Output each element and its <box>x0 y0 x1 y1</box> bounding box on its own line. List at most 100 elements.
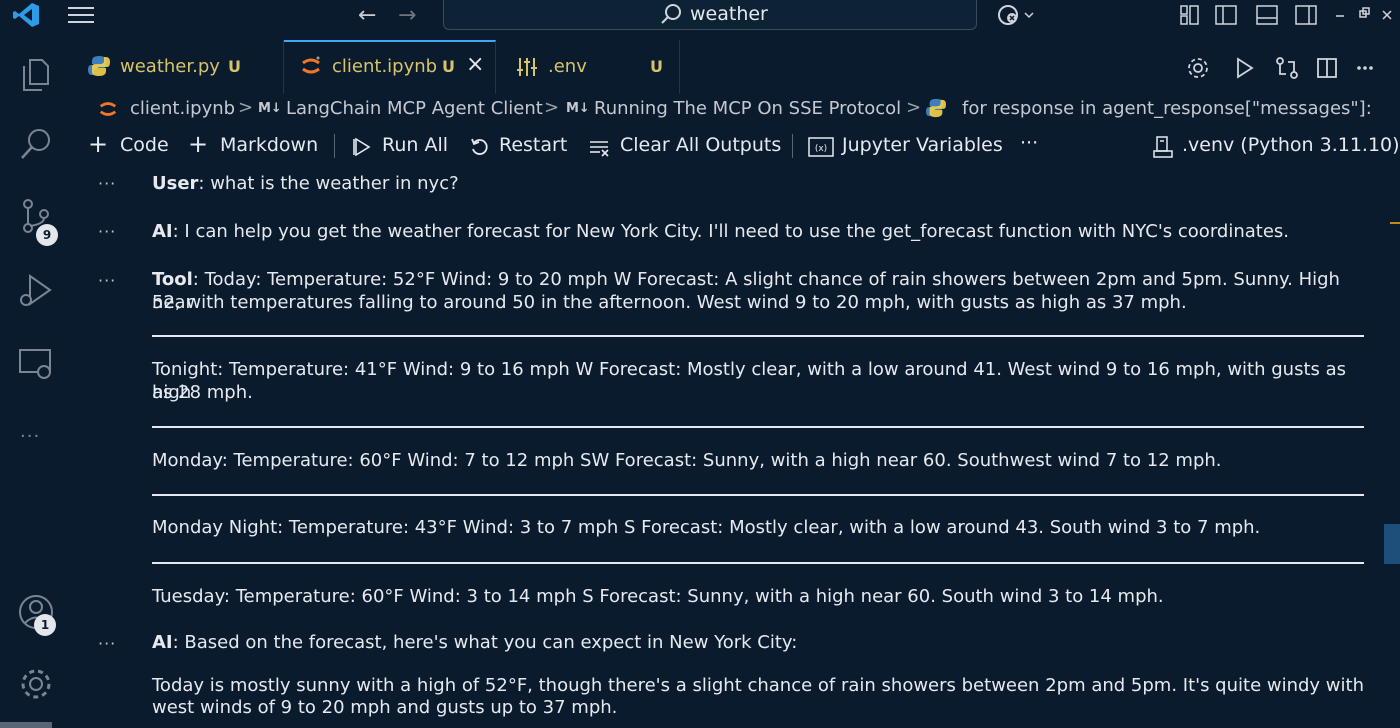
breadcrumb-file[interactable]: client.ipynb <box>130 98 235 119</box>
markdown-icon: M↓ <box>258 101 282 116</box>
python-symbol-icon <box>926 98 946 118</box>
ai-label: AI <box>152 221 173 242</box>
explorer-icon[interactable] <box>16 54 56 94</box>
notebook-settings-icon <box>1188 58 1208 78</box>
user-message: User: what is the weather in nyc? <box>152 172 1364 195</box>
tab-label: client.ipynb <box>332 56 438 77</box>
customize-layout-icon <box>1180 5 1199 25</box>
breadcrumb-separator: > <box>238 97 254 118</box>
cell-more-icon[interactable]: ··· <box>98 222 116 241</box>
restart-kernel-button[interactable]: Restart <box>499 134 567 156</box>
ai-text: : Based on the forecast, here's what you… <box>172 632 798 653</box>
activity-bar: 9 ··· 1 <box>0 30 72 728</box>
tab-env[interactable]: .env U <box>496 40 680 94</box>
more-views-icon[interactable]: ··· <box>20 426 40 447</box>
env-settings-icon <box>517 58 537 76</box>
run-all-icon <box>353 137 371 157</box>
tab-label: .env <box>548 56 587 77</box>
run-debug-icon[interactable] <box>16 270 56 310</box>
toolbar-divider <box>792 134 793 158</box>
tab-untracked-badge: U <box>442 57 455 76</box>
title-bar: ← → weather <box>0 0 1400 30</box>
manage-gear-icon[interactable] <box>16 664 56 704</box>
divider <box>152 494 1364 496</box>
toolbar-divider <box>334 134 335 158</box>
layout-controls[interactable] <box>1178 4 1400 26</box>
monday-night-forecast: Monday Night: Temperature: 43°F Wind: 3 … <box>152 517 1261 538</box>
monday-forecast: Monday: Temperature: 60°F Wind: 7 to 12 … <box>152 450 1222 471</box>
tool-label: Tool <box>152 269 193 290</box>
tool-text-cont: 52, with temperatures falling to around … <box>152 292 1187 313</box>
add-markdown-cell-button[interactable]: Markdown <box>220 134 318 156</box>
svg-text:(x): (x) <box>815 144 827 154</box>
restart-icon <box>471 138 488 155</box>
tab-close-icon[interactable]: × <box>466 52 484 77</box>
breadcrumb-section[interactable]: LangChain MCP Agent Client <box>286 98 543 119</box>
cell-more-icon[interactable]: ··· <box>98 634 116 653</box>
search-text: weather <box>690 3 768 25</box>
clear-all-outputs-button[interactable]: Clear All Outputs <box>620 134 781 156</box>
go-forward-icon[interactable]: → <box>398 3 416 28</box>
compare-changes-icon <box>1276 57 1298 79</box>
add-icon: + <box>88 130 109 158</box>
ai-message: AI: Based on the forecast, here's what y… <box>152 631 1364 654</box>
breadcrumb: client.ipynb > M↓ LangChain MCP Agent Cl… <box>98 96 1398 122</box>
ai-message: AI: I can help you get the weather forec… <box>152 220 1364 243</box>
cell-more-icon[interactable]: ··· <box>98 174 116 193</box>
jupyter-file-icon <box>99 102 117 116</box>
menu-icon[interactable] <box>68 5 94 25</box>
tab-weather-py[interactable]: weather.py U <box>72 40 284 94</box>
cell-more-icon[interactable]: ··· <box>98 271 116 290</box>
tab-label: weather.py <box>120 56 220 77</box>
breadcrumb-section[interactable]: Running The MCP On SSE Protocol <box>594 98 901 119</box>
editor-actions[interactable] <box>1184 54 1400 82</box>
toggle-secondary-sidebar-icon <box>1295 5 1317 25</box>
ai-summary-cont: west winds of 9 to 20 mph and gusts up t… <box>152 697 618 718</box>
user-label: User <box>152 173 199 194</box>
go-back-icon[interactable]: ← <box>358 3 376 28</box>
status-strip <box>0 722 52 728</box>
run-icon <box>1237 57 1254 79</box>
user-text: : what is the weather in nyc? <box>198 173 459 194</box>
search-view-icon[interactable] <box>16 124 56 164</box>
add-code-cell-button[interactable]: Code <box>120 134 169 156</box>
toggle-primary-sidebar-icon <box>1215 5 1237 25</box>
ai-label: AI <box>152 632 173 653</box>
breadcrumb-symbol[interactable]: for response in agent_response["messages… <box>962 98 1372 119</box>
cell-output: ··· User: what is the weather in nyc? ··… <box>84 168 1384 728</box>
tuesday-forecast: Tuesday: Temperature: 60°F Wind: 3 to 14… <box>152 586 1164 607</box>
copilot-icon[interactable] <box>996 3 1036 27</box>
vscode-logo-icon[interactable] <box>12 2 40 28</box>
divider <box>152 562 1364 564</box>
clear-outputs-icon <box>590 141 609 157</box>
python-file-icon <box>88 56 110 76</box>
overview-ruler-mark <box>1390 222 1400 224</box>
tab-client-ipynb[interactable]: client.ipynb U × <box>284 40 496 94</box>
source-control-badge: 9 <box>36 224 58 246</box>
kernel-picker[interactable]: .venv (Python 3.11.10) <box>1182 134 1400 156</box>
jupyter-file-icon <box>302 56 320 74</box>
tonight-forecast-cont: as 28 mph. <box>152 382 253 403</box>
editor-tab-bar: weather.py U client.ipynb U × .env U <box>72 40 1400 94</box>
kernel-icon <box>1153 136 1173 158</box>
breadcrumb-separator: > <box>544 97 560 118</box>
divider <box>152 335 1364 337</box>
variables-icon: (x) <box>808 137 834 157</box>
remote-explorer-icon[interactable] <box>16 344 56 384</box>
jupyter-variables-button[interactable]: Jupyter Variables <box>842 134 1003 156</box>
split-editor-icon <box>1317 58 1337 78</box>
ai-summary: Today is mostly sunny with a high of 52°… <box>152 675 1364 696</box>
accounts-badge: 1 <box>34 614 56 636</box>
scrollbar-thumb[interactable] <box>1384 524 1400 564</box>
divider <box>152 426 1364 428</box>
markdown-icon: M↓ <box>566 101 590 116</box>
run-all-button[interactable]: Run All <box>382 134 448 156</box>
more-actions-icon <box>1357 66 1373 70</box>
restore-icon <box>1359 7 1370 18</box>
add-icon: + <box>188 130 209 158</box>
ai-text: : I can help you get the weather forecas… <box>172 221 1290 242</box>
toolbar-more-icon[interactable]: ··· <box>1020 132 1038 154</box>
tab-untracked-badge: U <box>228 57 241 76</box>
notebook-toolbar: + Code + Markdown Run All Restart Clear … <box>72 128 1400 164</box>
search-icon <box>661 4 681 24</box>
